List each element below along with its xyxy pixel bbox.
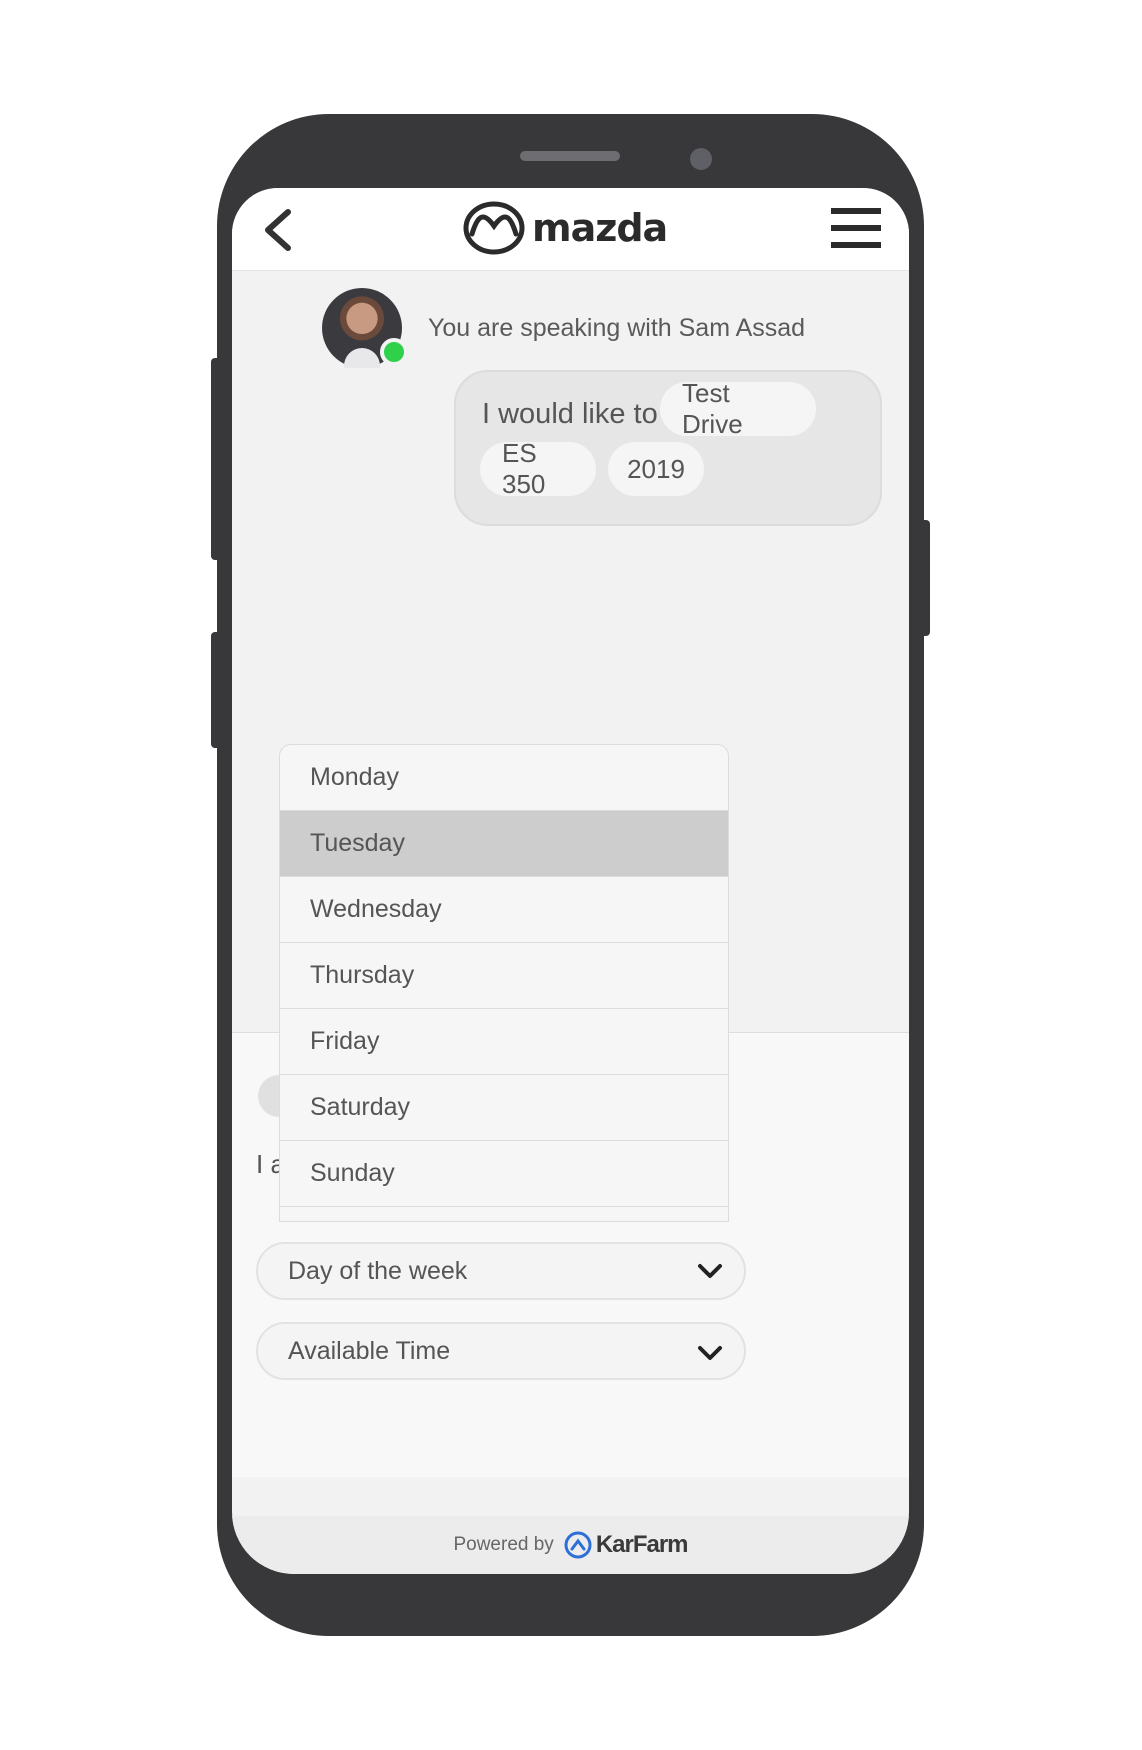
message-prefix: I would like to: [482, 398, 658, 430]
powered-by-footer: Powered by KarFarm: [232, 1516, 909, 1574]
day-dropdown-list: Monday Tuesday Wednesday Thursday Friday…: [279, 744, 729, 1222]
dropdown-option-friday[interactable]: Friday: [280, 1009, 728, 1075]
day-of-week-select[interactable]: Day of the week: [256, 1242, 746, 1300]
mazda-logo: mazda: [462, 200, 668, 256]
karfarm-wordmark[interactable]: KarFarm: [596, 1531, 689, 1559]
dropdown-option-saturday[interactable]: Saturday: [280, 1075, 728, 1141]
dropdown-option-thursday[interactable]: Thursday: [280, 943, 728, 1009]
agent-status-text: You are speaking with Sam Assad: [428, 313, 806, 342]
karfarm-logo-icon: [564, 1531, 592, 1559]
phone-side-button: [211, 358, 223, 560]
phone-side-button: [918, 520, 930, 636]
phone-camera: [690, 148, 712, 170]
avatar: [322, 288, 408, 368]
available-time-select[interactable]: Available Time: [256, 1322, 746, 1380]
powered-by-label: Powered by: [453, 1534, 554, 1555]
chevron-down-icon: [698, 1346, 722, 1360]
brand-wordmark: mazda: [532, 206, 668, 250]
chip-test-drive[interactable]: Test Drive: [660, 378, 816, 439]
agent-row: You are speaking with Sam Assad: [322, 288, 805, 368]
chevron-down-icon: [698, 1264, 722, 1278]
chip-model[interactable]: ES 350: [480, 438, 596, 499]
day-select-value: Day of the week: [288, 1256, 468, 1285]
phone-speaker: [520, 151, 620, 161]
app-header: mazda: [232, 188, 909, 271]
time-select-value: Available Time: [288, 1336, 451, 1365]
chevron-left-icon[interactable]: [258, 206, 298, 254]
dropdown-option-sunday[interactable]: Sunday: [280, 1141, 728, 1207]
dropdown-option-monday[interactable]: Monday: [280, 745, 728, 811]
online-status-dot: [380, 338, 408, 366]
dropdown-option-wednesday[interactable]: Wednesday: [280, 877, 728, 943]
chip-year[interactable]: 2019: [608, 442, 704, 496]
message-bubble: I would like to Test Drive ES 350 2019: [454, 370, 882, 526]
dropdown-option-tuesday[interactable]: Tuesday: [280, 811, 728, 877]
phone-screen: mazda You are speaking with Sam Assad I …: [232, 188, 909, 1574]
hamburger-menu-icon[interactable]: [829, 204, 883, 252]
mazda-emblem-icon: [463, 201, 525, 255]
phone-side-button: [211, 632, 223, 748]
